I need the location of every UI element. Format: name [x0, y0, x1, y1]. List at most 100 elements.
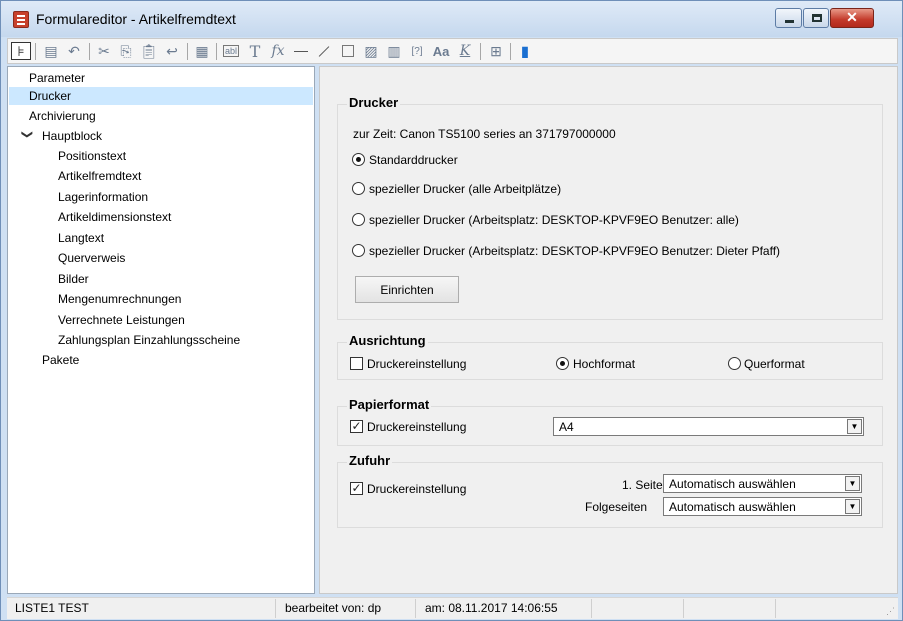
- tree-structure-icon[interactable]: ⊞: [486, 42, 506, 60]
- radio-hochformat[interactable]: [556, 357, 569, 370]
- radio-spezieller-benutzer-label[interactable]: spezieller Drucker (Arbeitsplatz: DESKTO…: [369, 244, 780, 258]
- toolbar-separator: [89, 43, 90, 60]
- dropdown-arrow-icon[interactable]: ▼: [845, 476, 860, 491]
- radio-querformat[interactable]: [728, 357, 741, 370]
- tree-view-icon[interactable]: ⊧: [11, 42, 31, 60]
- folgeseiten-label: Folgeseiten: [585, 500, 648, 514]
- settings-panel: Drucker zur Zeit: Canon TS5100 series an…: [319, 66, 898, 594]
- window-title: Formulareditor - Artikelfremdtext: [36, 11, 236, 27]
- zufuhr-druckereinstellung-label[interactable]: Druckereinstellung: [367, 482, 466, 496]
- section-tree: Parameter Drucker Archivierung ❯ Hauptbl…: [7, 66, 315, 594]
- ausrichtung-group-title: Ausrichtung: [347, 333, 428, 348]
- tree-item-positionstext[interactable]: Positionstext: [58, 147, 126, 165]
- toolbar-separator: [480, 43, 481, 60]
- status-divider: [683, 599, 684, 618]
- current-printer-text: zur Zeit: Canon TS5100 series an 3717970…: [353, 127, 616, 141]
- tree-item-verrechnete-leistungen[interactable]: Verrechnete Leistungen: [58, 311, 185, 329]
- tree-item-langtext[interactable]: Langtext: [58, 229, 104, 247]
- folgeseiten-select-value: Automatisch auswählen: [669, 500, 796, 514]
- save-icon[interactable]: ▤: [41, 42, 61, 60]
- papierformat-druckereinstellung-label[interactable]: Druckereinstellung: [367, 420, 466, 434]
- undo-arrow-icon[interactable]: ↩: [162, 42, 182, 60]
- radio-standarddrucker-label[interactable]: Standarddrucker: [369, 153, 458, 167]
- status-bar: LISTE1 TEST bearbeitet von: dp am: 08.11…: [7, 597, 898, 619]
- title-bar[interactable]: Formulareditor - Artikelfremdtext ✕: [1, 1, 902, 37]
- diagonal-line-icon[interactable]: [314, 42, 334, 60]
- paste-icon[interactable]: 📋︎: [139, 42, 159, 60]
- papierformat-select-value: A4: [559, 420, 574, 434]
- radio-spezieller-benutzer[interactable]: [352, 244, 365, 257]
- image-edit-icon[interactable]: ▦: [192, 42, 212, 60]
- close-button[interactable]: ✕: [830, 8, 874, 28]
- text-field-icon[interactable]: abl: [221, 42, 241, 60]
- radio-querformat-label[interactable]: Querformat: [744, 357, 805, 371]
- radio-hochformat-label[interactable]: Hochformat: [573, 357, 635, 371]
- cut-icon[interactable]: ✂: [94, 42, 114, 60]
- ausrichtung-druckereinstellung-label[interactable]: Druckereinstellung: [367, 357, 466, 371]
- erste-seite-label: 1. Seite: [622, 478, 663, 492]
- toolbar: ⊧ ▤ ↶ ✂ ⎘ 📋︎ ↩ ▦ abl T fx ▨ ▥ [?] Aa K ⊞…: [7, 38, 898, 64]
- clear-format-icon[interactable]: K: [455, 42, 475, 60]
- font-icon[interactable]: Aa: [431, 42, 451, 60]
- tree-item-artikelfremdtext[interactable]: Artikelfremdtext: [58, 167, 141, 185]
- toolbar-separator: [216, 43, 217, 60]
- status-date: am: 08.11.2017 14:06:55: [425, 601, 558, 615]
- erste-seite-select-value: Automatisch auswählen: [669, 477, 796, 491]
- rectangle-icon[interactable]: [338, 42, 358, 60]
- status-layout-name: LISTE1 TEST: [15, 601, 89, 615]
- tree-item-archivierung[interactable]: Archivierung: [29, 107, 96, 125]
- book-icon[interactable]: ▮: [515, 42, 535, 60]
- radio-spezieller-alle[interactable]: [352, 182, 365, 195]
- tree-item-artikeldimensionstext[interactable]: Artikeldimensionstext: [58, 208, 171, 226]
- placeholder-icon[interactable]: [?]: [407, 42, 427, 60]
- maximize-button[interactable]: [803, 8, 829, 28]
- papierformat-select[interactable]: A4 ▼: [553, 417, 864, 436]
- tree-item-bilder[interactable]: Bilder: [58, 270, 89, 288]
- tree-item-parameter[interactable]: Parameter: [29, 69, 85, 87]
- image-icon[interactable]: ▨: [361, 42, 381, 60]
- table-icon[interactable]: ▥: [384, 42, 404, 60]
- radio-standarddrucker[interactable]: [352, 153, 365, 166]
- status-divider: [775, 599, 776, 618]
- toolbar-separator: [187, 43, 188, 60]
- zufuhr-druckereinstellung-checkbox[interactable]: ✓: [350, 482, 363, 495]
- text-icon[interactable]: T: [245, 42, 265, 61]
- radio-spezieller-arbeitsplatz[interactable]: [352, 213, 365, 226]
- horizontal-line-icon[interactable]: [291, 42, 311, 60]
- dropdown-arrow-icon[interactable]: ▼: [847, 419, 862, 434]
- tree-item-drucker[interactable]: Drucker: [9, 87, 313, 105]
- toolbar-separator: [510, 43, 511, 60]
- drucker-group-title: Drucker: [347, 95, 401, 110]
- copy-icon[interactable]: ⎘: [116, 42, 136, 60]
- einrichten-button[interactable]: Einrichten: [355, 276, 459, 303]
- minimize-button[interactable]: [775, 8, 802, 28]
- tree-item-hauptblock[interactable]: Hauptblock: [42, 127, 102, 145]
- tree-item-lagerinformation[interactable]: Lagerinformation: [58, 188, 148, 206]
- status-edited-by: bearbeitet von: dp: [285, 601, 382, 615]
- tree-item-zahlungsplan[interactable]: Zahlungsplan Einzahlungsscheine: [58, 331, 240, 349]
- dropdown-arrow-icon[interactable]: ▼: [845, 499, 860, 514]
- papierformat-group-title: Papierformat: [347, 397, 432, 412]
- radio-spezieller-alle-label[interactable]: spezieller Drucker (alle Arbeitplätze): [369, 182, 561, 196]
- undo-icon[interactable]: ↶: [64, 42, 84, 60]
- maximize-icon: [812, 14, 822, 22]
- folgeseiten-select[interactable]: Automatisch auswählen ▼: [663, 497, 862, 516]
- status-divider: [275, 599, 276, 618]
- papierformat-druckereinstellung-checkbox[interactable]: ✓: [350, 420, 363, 433]
- chevron-down-icon[interactable]: ❯: [21, 130, 34, 139]
- formula-icon[interactable]: fx: [268, 42, 288, 60]
- form-editor-icon: [13, 11, 29, 28]
- minimize-icon: [785, 20, 794, 23]
- erste-seite-select[interactable]: Automatisch auswählen ▼: [663, 474, 862, 493]
- resize-grip-icon[interactable]: ⋰: [886, 606, 895, 617]
- zufuhr-group-title: Zufuhr: [347, 453, 393, 468]
- formulareditor-window: Formulareditor - Artikelfremdtext ✕ ⊧ ▤ …: [0, 0, 903, 621]
- tree-item-pakete[interactable]: Pakete: [42, 351, 79, 369]
- ausrichtung-druckereinstellung-checkbox[interactable]: [350, 357, 363, 370]
- tree-item-mengenumrechnungen[interactable]: Mengenumrechnungen: [58, 290, 181, 308]
- close-icon: ✕: [846, 9, 858, 25]
- radio-spezieller-arbeitsplatz-label[interactable]: spezieller Drucker (Arbeitsplatz: DESKTO…: [369, 213, 739, 227]
- status-divider: [415, 599, 416, 618]
- tree-item-querverweis[interactable]: Querverweis: [58, 249, 125, 267]
- status-divider: [591, 599, 592, 618]
